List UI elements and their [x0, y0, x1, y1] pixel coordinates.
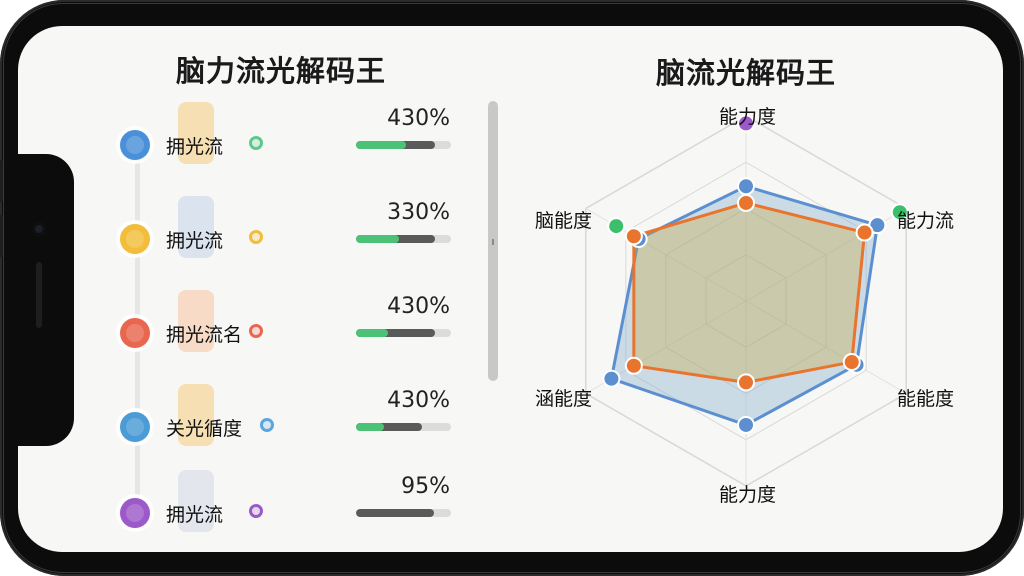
radar-point [737, 373, 755, 392]
radar-point [855, 223, 874, 242]
phone-frame: 脑力流光解码王 拥光流 430% 拥光流 330% 拥光流名 430% 关光循度 430% 拥光… [0, 0, 1024, 576]
radar-marker-point [607, 217, 626, 236]
axis-label-0: 能力度 [719, 106, 777, 128]
screen: 脑力流光解码王 拥光流 430% 拥光流 330% 拥光流名 430% 关光循度 430% 拥光… [18, 26, 1003, 552]
volume-up-button [0, 160, 4, 202]
radar-point [737, 193, 755, 212]
radar-point [737, 177, 755, 196]
radar-series-area [632, 201, 867, 384]
radar-point [842, 353, 861, 372]
axis-label-4: 涵能度 [535, 388, 593, 410]
radar-point [737, 415, 755, 434]
axis-label-3: 能力度 [719, 484, 777, 506]
axis-label-1: 能力流 [897, 210, 955, 232]
axis-label-2: 能能度 [897, 388, 955, 410]
radar-point [602, 369, 621, 388]
radar-point [624, 356, 643, 375]
radar-point [624, 227, 643, 246]
volume-down-button [0, 215, 4, 257]
axis-label-5: 脑能度 [535, 210, 593, 232]
radar-chart [584, 114, 909, 487]
